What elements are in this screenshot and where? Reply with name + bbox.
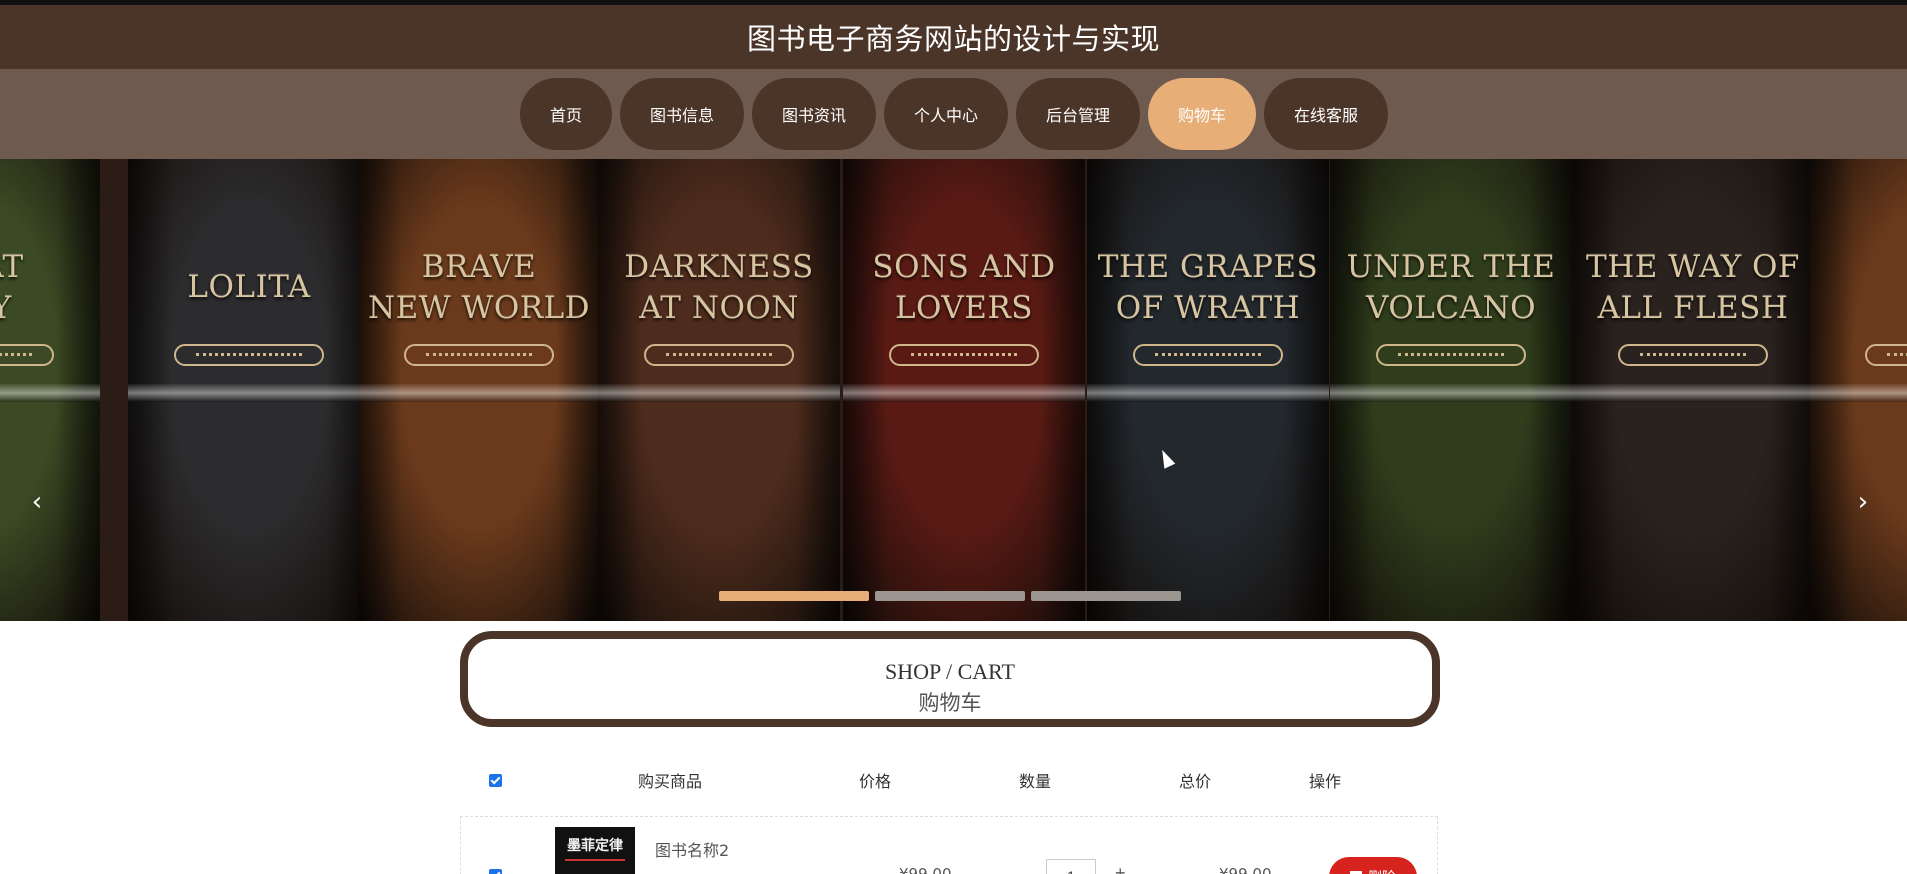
banner-carousel: REAT SBY LOLITA BRAVE NEW WORLD xyxy=(0,159,1907,621)
banner-book: BRAVE NEW WORLD xyxy=(358,159,600,621)
nav-list: 首页 图书信息 图书资讯 个人中心 后台管理 购物车 在线客服 xyxy=(519,78,1389,150)
site-header: 图书电子商务网站的设计与实现 xyxy=(0,5,1907,69)
header-action: 操作 xyxy=(1308,772,1341,791)
banner-book: THE WAY OF ALL FLESH xyxy=(1572,159,1814,621)
ornament-decoration xyxy=(644,344,794,366)
ornament-decoration xyxy=(174,344,324,366)
ornament-decoration xyxy=(404,344,554,366)
item-total: ¥99.00 xyxy=(1219,865,1272,874)
header-total: 总价 xyxy=(1178,772,1211,791)
nav-item-admin[interactable]: 后台管理 xyxy=(1016,78,1141,150)
book-spine-title: REAT SBY xyxy=(0,249,24,326)
nav-item-book-news[interactable]: 图书资讯 xyxy=(751,78,876,150)
section-title-cn: 购物车 xyxy=(918,691,982,715)
ornament-decoration xyxy=(1865,344,1907,366)
item-price: ¥99.00 xyxy=(899,865,952,874)
select-all-cell xyxy=(460,773,530,787)
site-title: 图书电子商务网站的设计与实现 xyxy=(746,22,1160,56)
nav-item-online-service[interactable]: 在线客服 xyxy=(1264,78,1389,150)
carousel-indicator-1[interactable] xyxy=(719,591,869,601)
banner-book: THE GRAPES OF WRATH xyxy=(1087,159,1329,621)
ornament-decoration xyxy=(0,344,54,366)
banner-book: SONS AND LOVERS xyxy=(843,159,1085,621)
section-title-box: SHOP / CART 购物车 xyxy=(460,631,1440,727)
book-thumbnail[interactable]: 墨菲定律 xyxy=(555,827,635,874)
select-all-checkbox[interactable] xyxy=(488,773,502,787)
nav-item-home[interactable]: 首页 xyxy=(519,78,612,150)
main-nav: 首页 图书信息 图书资讯 个人中心 后台管理 购物车 在线客服 xyxy=(0,69,1907,159)
book-spine-title: BRAVE NEW WORLD xyxy=(367,249,591,326)
header-quantity: 数量 xyxy=(1018,772,1051,791)
header-price: 价格 xyxy=(858,772,891,791)
delete-label: 删除 xyxy=(1368,867,1396,874)
chevron-left-icon[interactable]: ‹ xyxy=(25,489,49,515)
app-root: 图书电子商务网站的设计与实现 首页 图书信息 图书资讯 个人中心 后台管理 购物… xyxy=(0,0,1907,874)
book-spine-title: THE GRAPES OF WRATH xyxy=(1097,249,1319,326)
thumbnail-title: 墨菲定律 xyxy=(567,838,623,854)
ornament-decoration xyxy=(889,344,1039,366)
book-spine-title: LOLITA xyxy=(187,269,311,305)
delete-button[interactable]: 删除 xyxy=(1329,857,1417,874)
item-checkbox[interactable] xyxy=(489,869,502,874)
book-spine-title: SONS AND LOVERS xyxy=(872,249,1056,326)
cart-item-row: 墨菲定律 图书名称2 ¥99.00 1 + ¥99.00 删除 xyxy=(460,816,1438,874)
book-spine-title: DARKNESS AT NOON xyxy=(624,249,814,326)
cart-table-header: 购买商品 价格 数量 总价 操作 xyxy=(460,760,1440,800)
section-title-en: SHOP / CART xyxy=(885,659,1015,684)
carousel-indicators xyxy=(719,591,1181,601)
carousel-indicator-2[interactable] xyxy=(875,591,1025,601)
nav-item-cart[interactable]: 购物车 xyxy=(1148,78,1257,150)
carousel-indicator-3[interactable] xyxy=(1031,591,1181,601)
chevron-right-icon[interactable]: › xyxy=(1851,489,1875,515)
banner-book: REAT SBY xyxy=(0,159,100,621)
banner-book xyxy=(1810,159,1907,621)
book-spine-title: THE WAY OF ALL FLESH xyxy=(1586,249,1800,326)
ornament-decoration xyxy=(1133,344,1283,366)
header-product: 购买商品 xyxy=(637,772,702,791)
ornament-decoration xyxy=(1376,344,1526,366)
nav-item-book-info[interactable]: 图书信息 xyxy=(619,78,744,150)
quantity-input[interactable]: 1 xyxy=(1046,859,1096,874)
banner-book: LOLITA xyxy=(128,159,370,621)
nav-item-personal-center[interactable]: 个人中心 xyxy=(883,78,1008,150)
ornament-decoration xyxy=(1618,344,1768,366)
banner-book: DARKNESS AT NOON xyxy=(598,159,840,621)
book-spine-title: UNDER THE VOLCANO xyxy=(1346,249,1556,326)
item-name[interactable]: 图书名称2 xyxy=(655,837,729,861)
banner-book: UNDER THE VOLCANO xyxy=(1330,159,1572,621)
plus-icon[interactable]: + xyxy=(1115,863,1126,874)
